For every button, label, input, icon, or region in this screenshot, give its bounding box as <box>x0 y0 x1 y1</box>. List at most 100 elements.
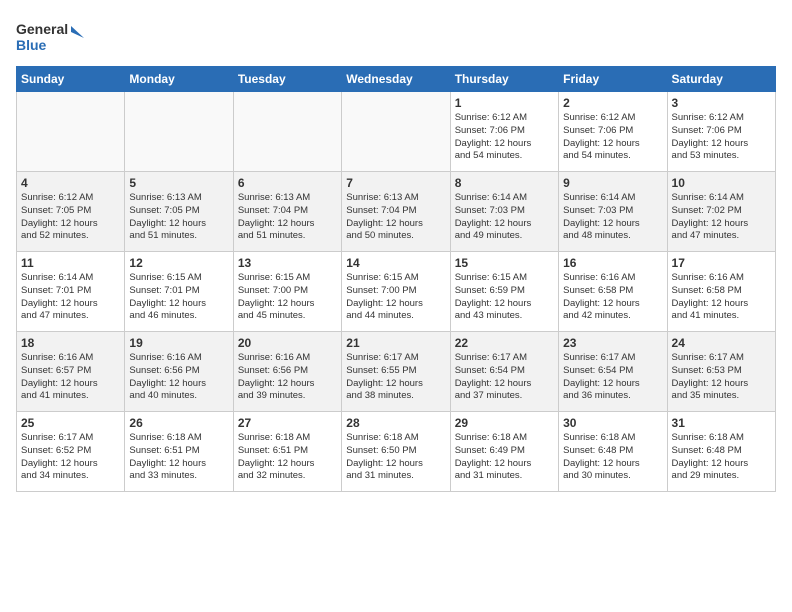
day-number: 30 <box>563 416 662 430</box>
day-number: 27 <box>238 416 337 430</box>
day-info: Sunrise: 6:12 AM Sunset: 7:06 PM Dayligh… <box>672 112 771 163</box>
day-number: 17 <box>672 256 771 270</box>
logo-svg: GeneralBlue <box>16 16 86 56</box>
day-number: 24 <box>672 336 771 350</box>
day-info: Sunrise: 6:17 AM Sunset: 6:54 PM Dayligh… <box>455 352 554 403</box>
calendar-cell: 25 Sunrise: 6:17 AM Sunset: 6:52 PM Dayli… <box>17 412 125 492</box>
calendar-cell: 3 Sunrise: 6:12 AM Sunset: 7:06 PM Daylig… <box>667 92 775 172</box>
day-number: 26 <box>129 416 228 430</box>
calendar-cell: 23 Sunrise: 6:17 AM Sunset: 6:54 PM Dayli… <box>559 332 667 412</box>
day-info: Sunrise: 6:13 AM Sunset: 7:04 PM Dayligh… <box>238 192 337 243</box>
header-saturday: Saturday <box>667 67 775 92</box>
calendar-cell: 21 Sunrise: 6:17 AM Sunset: 6:55 PM Dayli… <box>342 332 450 412</box>
day-number: 23 <box>563 336 662 350</box>
header-row: SundayMondayTuesdayWednesdayThursdayFrid… <box>17 67 776 92</box>
day-info: Sunrise: 6:18 AM Sunset: 6:51 PM Dayligh… <box>129 432 228 483</box>
calendar-cell: 10 Sunrise: 6:14 AM Sunset: 7:02 PM Dayli… <box>667 172 775 252</box>
svg-text:Blue: Blue <box>16 37 47 53</box>
calendar-cell: 14 Sunrise: 6:15 AM Sunset: 7:00 PM Dayli… <box>342 252 450 332</box>
day-info: Sunrise: 6:18 AM Sunset: 6:50 PM Dayligh… <box>346 432 445 483</box>
day-info: Sunrise: 6:16 AM Sunset: 6:57 PM Dayligh… <box>21 352 120 403</box>
svg-text:General: General <box>16 21 68 37</box>
day-number: 3 <box>672 96 771 110</box>
header-friday: Friday <box>559 67 667 92</box>
week-row-3: 18 Sunrise: 6:16 AM Sunset: 6:57 PM Dayli… <box>17 332 776 412</box>
day-info: Sunrise: 6:16 AM Sunset: 6:58 PM Dayligh… <box>672 272 771 323</box>
calendar-cell: 11 Sunrise: 6:14 AM Sunset: 7:01 PM Dayli… <box>17 252 125 332</box>
day-number: 12 <box>129 256 228 270</box>
day-info: Sunrise: 6:13 AM Sunset: 7:05 PM Dayligh… <box>129 192 228 243</box>
day-number: 5 <box>129 176 228 190</box>
day-info: Sunrise: 6:13 AM Sunset: 7:04 PM Dayligh… <box>346 192 445 243</box>
header-tuesday: Tuesday <box>233 67 341 92</box>
day-number: 15 <box>455 256 554 270</box>
calendar-cell: 31 Sunrise: 6:18 AM Sunset: 6:48 PM Dayli… <box>667 412 775 492</box>
day-number: 29 <box>455 416 554 430</box>
day-info: Sunrise: 6:12 AM Sunset: 7:06 PM Dayligh… <box>563 112 662 163</box>
day-info: Sunrise: 6:18 AM Sunset: 6:48 PM Dayligh… <box>672 432 771 483</box>
day-number: 22 <box>455 336 554 350</box>
calendar-cell: 30 Sunrise: 6:18 AM Sunset: 6:48 PM Dayli… <box>559 412 667 492</box>
day-info: Sunrise: 6:12 AM Sunset: 7:05 PM Dayligh… <box>21 192 120 243</box>
calendar-cell: 17 Sunrise: 6:16 AM Sunset: 6:58 PM Dayli… <box>667 252 775 332</box>
week-row-1: 4Sunrise: 6:12 AM Sunset: 7:05 PM Daylig… <box>17 172 776 252</box>
calendar-cell: 12Sunrise: 6:15 AM Sunset: 7:01 PM Dayli… <box>125 252 233 332</box>
day-number: 21 <box>346 336 445 350</box>
day-number: 28 <box>346 416 445 430</box>
day-number: 11 <box>21 256 120 270</box>
day-info: Sunrise: 6:17 AM Sunset: 6:54 PM Dayligh… <box>563 352 662 403</box>
day-number: 19 <box>129 336 228 350</box>
calendar-cell: 16 Sunrise: 6:16 AM Sunset: 6:58 PM Dayli… <box>559 252 667 332</box>
logo: GeneralBlue <box>16 16 86 56</box>
calendar-cell: 15 Sunrise: 6:15 AM Sunset: 6:59 PM Dayli… <box>450 252 558 332</box>
header-wednesday: Wednesday <box>342 67 450 92</box>
day-info: Sunrise: 6:17 AM Sunset: 6:55 PM Dayligh… <box>346 352 445 403</box>
day-number: 13 <box>238 256 337 270</box>
page-header: GeneralBlue <box>16 16 776 56</box>
calendar-cell: 13Sunrise: 6:15 AM Sunset: 7:00 PM Dayli… <box>233 252 341 332</box>
day-number: 2 <box>563 96 662 110</box>
calendar-cell <box>342 92 450 172</box>
week-row-2: 11 Sunrise: 6:14 AM Sunset: 7:01 PM Dayli… <box>17 252 776 332</box>
day-info: Sunrise: 6:12 AM Sunset: 7:06 PM Dayligh… <box>455 112 554 163</box>
calendar-cell: 19 Sunrise: 6:16 AM Sunset: 6:56 PM Dayli… <box>125 332 233 412</box>
day-info: Sunrise: 6:18 AM Sunset: 6:49 PM Dayligh… <box>455 432 554 483</box>
day-number: 9 <box>563 176 662 190</box>
calendar-cell: 9 Sunrise: 6:14 AM Sunset: 7:03 PM Daylig… <box>559 172 667 252</box>
calendar-cell: 2 Sunrise: 6:12 AM Sunset: 7:06 PM Daylig… <box>559 92 667 172</box>
day-info: Sunrise: 6:14 AM Sunset: 7:03 PM Dayligh… <box>563 192 662 243</box>
calendar-cell: 29 Sunrise: 6:18 AM Sunset: 6:49 PM Dayli… <box>450 412 558 492</box>
calendar-cell: 20 Sunrise: 6:16 AM Sunset: 6:56 PM Dayli… <box>233 332 341 412</box>
week-row-4: 25 Sunrise: 6:17 AM Sunset: 6:52 PM Dayli… <box>17 412 776 492</box>
day-number: 20 <box>238 336 337 350</box>
day-number: 1 <box>455 96 554 110</box>
day-number: 8 <box>455 176 554 190</box>
header-thursday: Thursday <box>450 67 558 92</box>
day-number: 25 <box>21 416 120 430</box>
calendar-cell: 6 Sunrise: 6:13 AM Sunset: 7:04 PM Daylig… <box>233 172 341 252</box>
header-monday: Monday <box>125 67 233 92</box>
day-info: Sunrise: 6:15 AM Sunset: 6:59 PM Dayligh… <box>455 272 554 323</box>
calendar-cell: 8 Sunrise: 6:14 AM Sunset: 7:03 PM Daylig… <box>450 172 558 252</box>
calendar-cell: 26 Sunrise: 6:18 AM Sunset: 6:51 PM Dayli… <box>125 412 233 492</box>
calendar-cell: 5 Sunrise: 6:13 AM Sunset: 7:05 PM Daylig… <box>125 172 233 252</box>
day-number: 16 <box>563 256 662 270</box>
day-number: 31 <box>672 416 771 430</box>
day-info: Sunrise: 6:18 AM Sunset: 6:48 PM Dayligh… <box>563 432 662 483</box>
day-info: Sunrise: 6:14 AM Sunset: 7:02 PM Dayligh… <box>672 192 771 243</box>
calendar-cell <box>17 92 125 172</box>
day-info: Sunrise: 6:17 AM Sunset: 6:52 PM Dayligh… <box>21 432 120 483</box>
day-info: Sunrise: 6:16 AM Sunset: 6:58 PM Dayligh… <box>563 272 662 323</box>
day-number: 6 <box>238 176 337 190</box>
day-number: 10 <box>672 176 771 190</box>
day-info: Sunrise: 6:16 AM Sunset: 6:56 PM Dayligh… <box>238 352 337 403</box>
day-number: 7 <box>346 176 445 190</box>
day-number: 14 <box>346 256 445 270</box>
calendar-cell: 18 Sunrise: 6:16 AM Sunset: 6:57 PM Dayli… <box>17 332 125 412</box>
calendar-cell: 4Sunrise: 6:12 AM Sunset: 7:05 PM Daylig… <box>17 172 125 252</box>
day-info: Sunrise: 6:14 AM Sunset: 7:01 PM Dayligh… <box>21 272 120 323</box>
day-info: Sunrise: 6:16 AM Sunset: 6:56 PM Dayligh… <box>129 352 228 403</box>
day-info: Sunrise: 6:15 AM Sunset: 7:00 PM Dayligh… <box>346 272 445 323</box>
day-info: Sunrise: 6:14 AM Sunset: 7:03 PM Dayligh… <box>455 192 554 243</box>
day-number: 18 <box>21 336 120 350</box>
